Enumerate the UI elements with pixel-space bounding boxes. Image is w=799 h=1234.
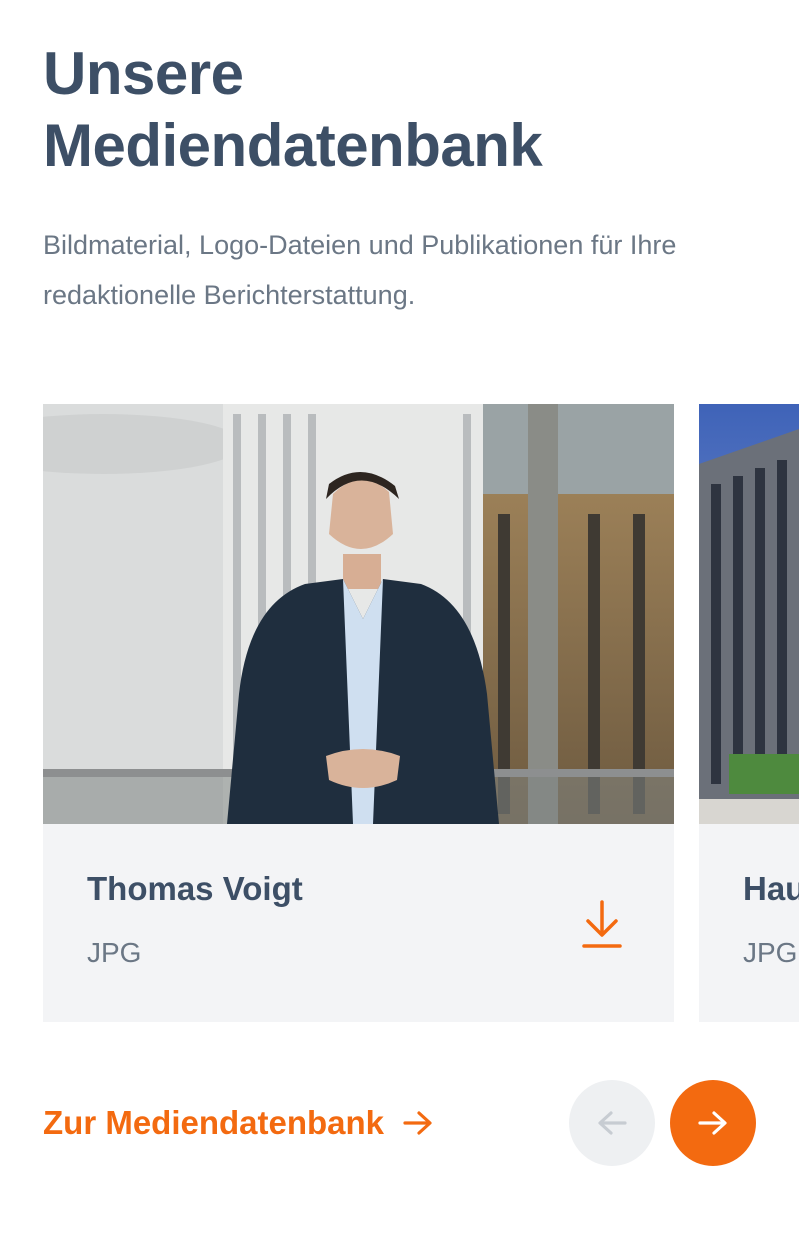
arrow-right-icon xyxy=(698,1111,727,1135)
media-carousel: Thomas Voigt JPG Hau JPG xyxy=(43,404,799,1024)
card-title: Thomas Voigt xyxy=(87,870,303,907)
carousel-next-button[interactable] xyxy=(670,1080,756,1166)
page-title-line-2: Mediendatenbank xyxy=(43,112,543,179)
portrait-photo xyxy=(43,404,674,824)
media-card[interactable]: Hau JPG xyxy=(699,404,799,1022)
card-file-type: JPG xyxy=(87,937,142,968)
arrow-left-icon xyxy=(598,1111,627,1135)
card-file-type: JPG xyxy=(743,937,798,968)
page-title-line-1: Unsere xyxy=(43,40,244,107)
arrow-right-icon xyxy=(403,1111,432,1135)
building-photo xyxy=(699,404,799,824)
carousel-prev-button[interactable] xyxy=(569,1080,655,1166)
media-database-link-label: Zur Mediendatenbank xyxy=(43,1104,385,1141)
page-title: Unsere Mediendatenbank xyxy=(43,38,743,182)
media-card[interactable]: Thomas Voigt JPG xyxy=(43,404,674,1022)
download-icon[interactable] xyxy=(580,898,624,950)
card-title: Hau xyxy=(743,870,799,907)
intro-text: Bildmaterial, Logo-Dateien und Publikati… xyxy=(43,230,677,310)
media-database-link[interactable]: Zur Mediendatenbank xyxy=(43,1100,434,1146)
